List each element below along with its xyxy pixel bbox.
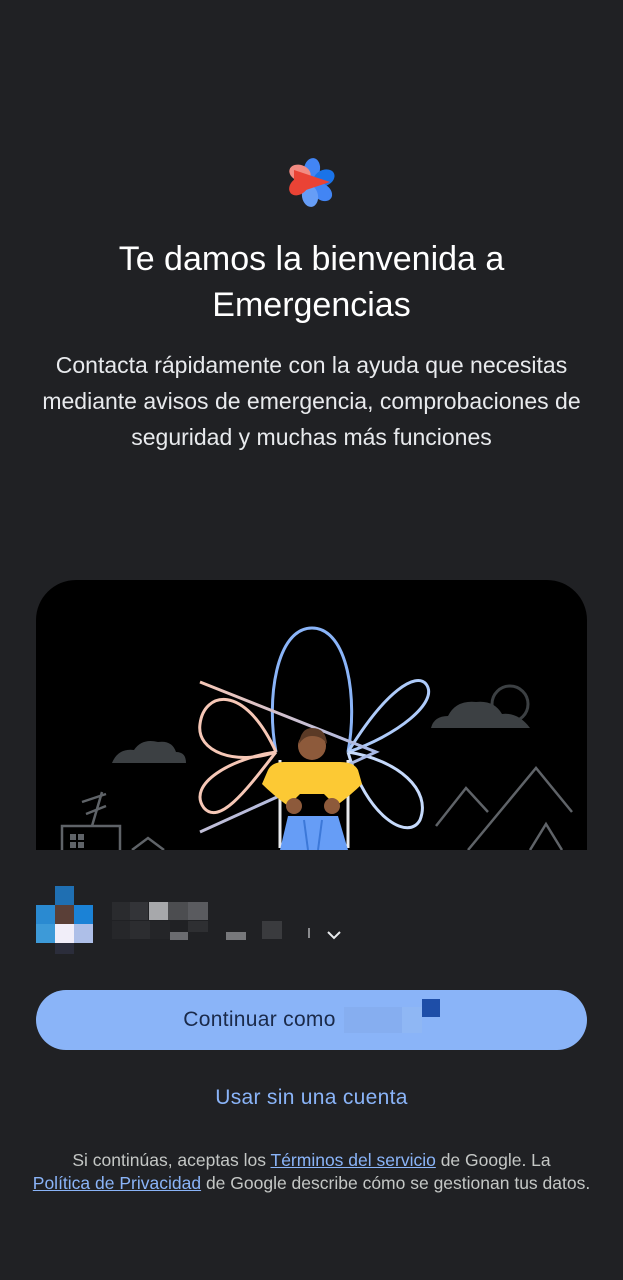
welcome-illustration	[36, 580, 587, 850]
continue-as-button[interactable]: Continuar como	[36, 990, 587, 1050]
emergency-logo-icon	[286, 156, 338, 208]
page-subtitle: Contacta rápidamente con la ayuda que ne…	[42, 352, 581, 450]
cloud-sun-icon	[431, 684, 530, 728]
cloud-icon	[112, 741, 186, 763]
mountains-icon	[435, 766, 573, 850]
continue-label: Continuar como	[183, 1008, 336, 1031]
use-without-account-button[interactable]: Usar sin una cuenta	[150, 1080, 473, 1116]
masked-account-name	[343, 999, 440, 1033]
page-title: Te damos la bienvenida a Emergencias	[118, 240, 505, 324]
privacy-policy-link[interactable]: Política de Privacidad	[33, 1173, 201, 1193]
chevron-down-icon[interactable]	[325, 928, 343, 940]
account-name	[112, 902, 332, 940]
house-antenna-icon	[60, 791, 165, 850]
terms-of-service-link[interactable]: Términos del servicio	[271, 1150, 436, 1170]
account-avatar-icon	[36, 886, 94, 954]
legal-disclaimer: Si continúas, aceptas los Términos del s…	[32, 1150, 591, 1193]
account-selector[interactable]	[36, 884, 587, 956]
